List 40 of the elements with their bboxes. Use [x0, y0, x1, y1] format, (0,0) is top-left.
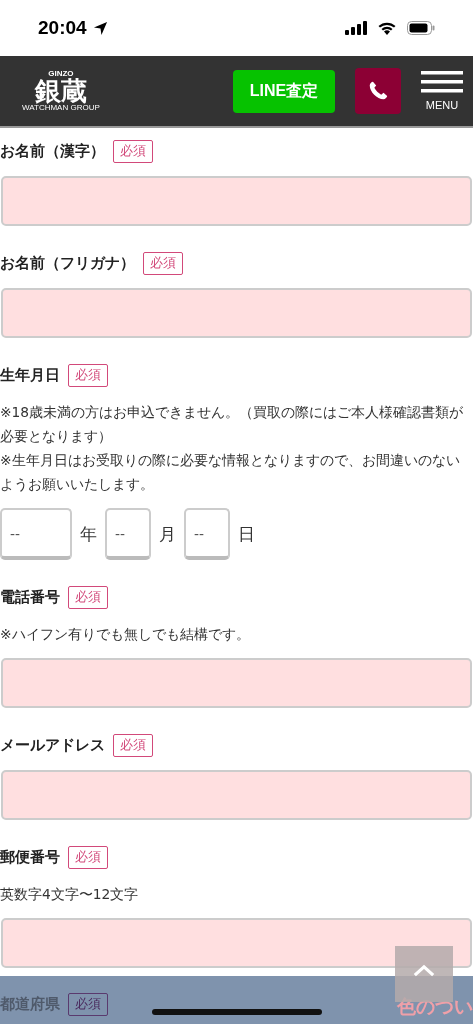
required-badge: 必須 [68, 992, 108, 1016]
date-unit: 月 [159, 522, 176, 546]
required-badge: 必須 [68, 585, 108, 609]
menu-button[interactable]: MENU [421, 71, 463, 111]
phone-icon [367, 80, 389, 102]
field-label: 都道府県 [0, 994, 60, 1014]
field-note: 英数字4文字〜12文字 [0, 885, 140, 904]
required-badge: 必須 [68, 363, 108, 387]
field-label: 郵便番号 [0, 847, 60, 867]
required-badge: 必須 [143, 251, 183, 275]
field-label: 電話番号 [0, 587, 60, 607]
input-field[interactable] [1, 770, 472, 820]
date-input-field[interactable]: -- [105, 508, 151, 560]
chevron-up-icon [413, 964, 435, 977]
phone-button[interactable] [355, 68, 401, 114]
logo[interactable]: GINZO 銀蔵 WATCHMAN GROUP [22, 70, 100, 112]
battery-icon [407, 21, 435, 35]
date-input-field[interactable]: -- [0, 508, 72, 560]
field-note: ※18歳未満の方はお申込できません。（買取の際にはご本人様確認書類が必要となります） [0, 403, 465, 446]
field-label: お名前（フリガナ） [0, 253, 135, 273]
date-input-field[interactable]: -- [184, 508, 230, 560]
field-label: メールアドレス [0, 735, 105, 755]
status-time: 20:04 [38, 17, 87, 39]
input-field[interactable] [1, 288, 472, 338]
field-label: 生年月日 [0, 365, 60, 385]
date-unit: 年 [80, 522, 97, 546]
required-badge: 必須 [113, 733, 153, 757]
input-field[interactable] [1, 918, 472, 968]
input-field[interactable] [1, 658, 472, 708]
banner-text: 色のつい [397, 994, 473, 1019]
field-note: ※ハイフン有りでも無しでも結構です。 [0, 625, 251, 644]
wifi-icon [377, 21, 397, 35]
required-badge: 必須 [68, 845, 108, 869]
field-label: お名前（漢字） [0, 141, 105, 161]
signal-icon [345, 21, 367, 35]
date-unit: 日 [238, 522, 255, 546]
required-badge: 必須 [113, 139, 153, 163]
input-field[interactable] [1, 176, 472, 226]
field-note: ※生年月日はお受取りの際に必要な情報となりますので、お間違いのないようお願いいたします。 [0, 451, 461, 494]
location-arrow-icon [92, 20, 108, 36]
